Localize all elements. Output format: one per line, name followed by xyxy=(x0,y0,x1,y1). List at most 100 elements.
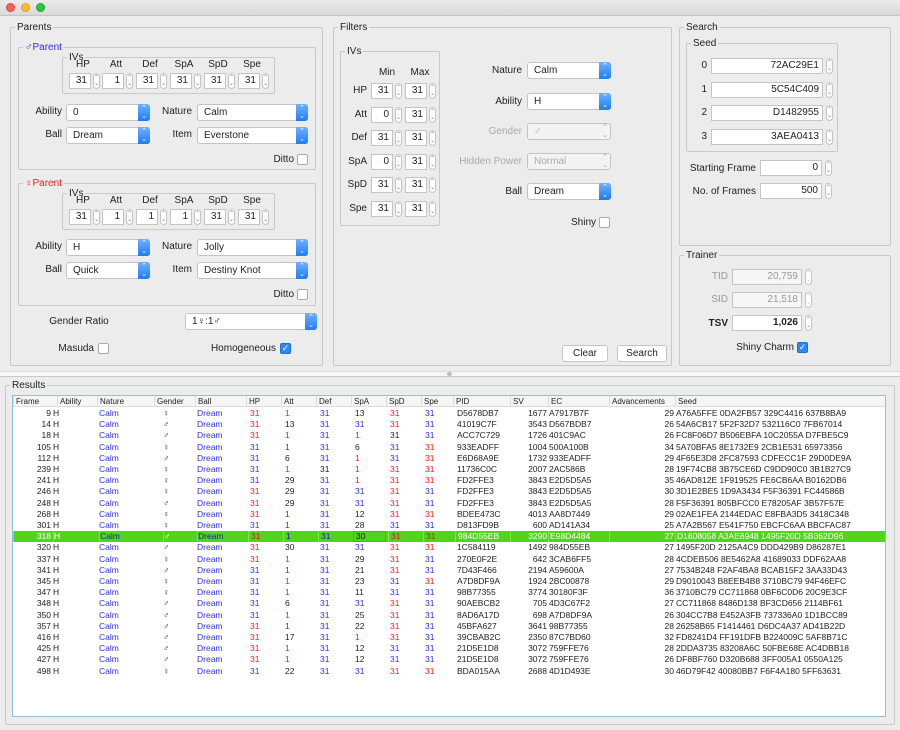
filter-att-min-stepper[interactable]: ⌃ ⌄ xyxy=(395,106,402,123)
column-header-spd[interactable]: SpD xyxy=(386,396,421,407)
seed-3-input[interactable]: 3AEA0413 xyxy=(711,128,823,145)
seed-0-stepper[interactable]: ⌃ ⌄ xyxy=(826,58,833,74)
male-iv-def-input[interactable]: 31 xyxy=(136,73,158,89)
filter-spa-min-stepper[interactable]: ⌃ ⌄ xyxy=(395,153,402,170)
filter-spa-max-stepper[interactable]: ⌃ ⌄ xyxy=(429,153,436,170)
table-row[interactable]: 268 H Calm ♀ Dream 31 1 31 12 31 31 BDEE473C 4013 AA8… xyxy=(13,509,885,520)
filter-spd-min-input[interactable]: 31 xyxy=(371,177,393,193)
male-nature-select[interactable]: Calm ⌃ ⌄ xyxy=(197,104,308,121)
filter-spd-max-input[interactable]: 31 xyxy=(405,177,427,193)
sid-input[interactable]: 21,518 xyxy=(732,292,802,308)
table-row[interactable]: 348 H Calm ♂ Dream 31 6 31 31 31 31 90AEBCB2 705 4D3C… xyxy=(13,598,885,609)
table-row[interactable]: 347 H Calm ♀ Dream 31 1 31 11 31 31 98B77355 3774 301… xyxy=(13,587,885,598)
seed-2-input[interactable]: D1482955 xyxy=(711,105,823,121)
table-row[interactable]: 416 H Calm ♂ Dream 31 17 31 1 31 31 39CBAB2C 2350 87C… xyxy=(13,632,885,643)
num-frames-stepper[interactable]: ⌃ ⌄ xyxy=(825,183,832,199)
filter-spe-min-stepper[interactable]: ⌃ ⌄ xyxy=(395,200,402,217)
close-window-button[interactable] xyxy=(6,3,15,12)
filter-spa-max-input[interactable]: 31 xyxy=(405,153,427,170)
clear-button[interactable]: Clear xyxy=(562,345,608,362)
male-iv-spe-stepper[interactable]: ⌃ ⌄ xyxy=(262,73,269,89)
female-iv-spd-input[interactable]: 31 xyxy=(204,209,226,225)
filter-hp-min-input[interactable]: 31 xyxy=(371,83,393,99)
filter-ability-select[interactable]: H ⌃ ⌄ xyxy=(527,93,611,110)
table-row[interactable]: 350 H Calm ♂ Dream 31 1 31 25 31 31 8AD6A17D 698 A7D8… xyxy=(13,610,885,621)
table-row[interactable]: 241 H Calm ♀ Dream 31 29 31 1 31 31 FD2FFE3 3843 E2D5… xyxy=(13,475,885,486)
split-pane-divider[interactable] xyxy=(0,371,900,377)
table-row[interactable]: 14 H Calm ♂ Dream 31 13 31 31 31 31 41019C7F 3543 D56… xyxy=(13,419,885,430)
column-header-att[interactable]: Att xyxy=(281,396,316,407)
female-ball-select[interactable]: Quick ⌃ ⌄ xyxy=(66,262,150,279)
female-iv-att-stepper[interactable]: ⌃ ⌄ xyxy=(126,209,133,225)
table-row[interactable]: 341 H Calm ♂ Dream 31 1 31 21 31 31 7D43F466 2194 A59… xyxy=(13,565,885,576)
table-row[interactable]: 357 H Calm ♂ Dream 31 1 31 22 31 31 45BFA627 3641 98B… xyxy=(13,621,885,632)
seed-2-stepper[interactable]: ⌃ ⌄ xyxy=(826,105,833,121)
homogeneous-checkbox[interactable]: ✓ xyxy=(280,343,291,354)
filter-spe-max-input[interactable]: 31 xyxy=(405,200,427,217)
table-row[interactable]: 427 H Calm ♂ Dream 31 1 31 12 31 31 21D5E1D8 3072 759… xyxy=(13,654,885,665)
seed-1-input[interactable]: 5C54C409 xyxy=(711,81,823,98)
table-row[interactable]: 345 H Calm ♀ Dream 31 1 31 23 31 31 A7D8DF9A 1924 2BC… xyxy=(13,576,885,587)
tid-stepper[interactable]: ⌃ ⌄ xyxy=(805,269,812,285)
filter-ball-select[interactable]: Dream ⌃ ⌄ xyxy=(527,183,611,200)
starting-frame-input[interactable]: 0 xyxy=(760,160,822,176)
maximize-window-button[interactable] xyxy=(36,3,45,12)
table-row[interactable]: 337 H Calm ♀ Dream 31 1 31 29 31 31 270E0F2E 642 3CAB… xyxy=(13,554,885,565)
filter-spe-min-input[interactable]: 31 xyxy=(371,200,393,217)
table-row[interactable]: 301 H Calm ♀ Dream 31 1 31 28 31 31 D813FD9B 600 AD14… xyxy=(13,520,885,531)
column-header-seed[interactable]: Seed xyxy=(675,396,885,407)
seed-0-input[interactable]: 72AC29E1 xyxy=(711,58,823,74)
male-iv-spd-stepper[interactable]: ⌃ ⌄ xyxy=(228,73,235,89)
num-frames-input[interactable]: 500 xyxy=(760,183,822,199)
male-iv-spe-input[interactable]: 31 xyxy=(238,73,260,89)
column-header-spe[interactable]: Spe xyxy=(421,396,453,407)
female-iv-hp-stepper[interactable]: ⌃ ⌄ xyxy=(93,209,100,225)
column-header-pid[interactable]: PID xyxy=(453,396,510,407)
minimize-window-button[interactable] xyxy=(21,3,30,12)
tsv-stepper[interactable]: ⌃ ⌄ xyxy=(805,315,812,331)
female-iv-spa-input[interactable]: 1 xyxy=(170,209,192,225)
table-row-selected[interactable]: 318 H Calm ♂ Dream 31 1 31 30 31 31 984D55EB 3290 E98… xyxy=(13,531,885,543)
filter-gender-select[interactable]: ♂ ⌃ ⌄ xyxy=(527,123,611,140)
male-iv-att-input[interactable]: 1 xyxy=(102,73,124,89)
masuda-checkbox[interactable] xyxy=(98,343,109,354)
female-iv-def-input[interactable]: 1 xyxy=(136,209,158,225)
column-header-hp[interactable]: HP xyxy=(246,396,281,407)
starting-frame-stepper[interactable]: ⌃ ⌄ xyxy=(825,160,832,176)
column-header-spa[interactable]: SpA xyxy=(351,396,386,407)
filter-hp-max-stepper[interactable]: ⌃ ⌄ xyxy=(429,83,436,99)
filter-shiny-checkbox[interactable] xyxy=(599,217,610,228)
filter-def-min-input[interactable]: 31 xyxy=(371,130,393,146)
tid-input[interactable]: 20,759 xyxy=(732,269,802,285)
tsv-input[interactable]: 1,026 xyxy=(732,315,802,331)
filter-att-max-stepper[interactable]: ⌃ ⌄ xyxy=(429,106,436,123)
female-ditto-checkbox[interactable] xyxy=(297,289,308,300)
female-iv-spd-stepper[interactable]: ⌃ ⌄ xyxy=(228,209,235,225)
female-iv-spa-stepper[interactable]: ⌃ ⌄ xyxy=(194,209,201,225)
filter-def-max-input[interactable]: 31 xyxy=(405,130,427,146)
filter-hidden-power-select[interactable]: Normal ⌃ ⌄ xyxy=(527,153,611,170)
female-iv-spe-input[interactable]: 31 xyxy=(238,209,260,225)
male-ball-select[interactable]: Dream ⌃ ⌄ xyxy=(66,127,150,144)
male-iv-hp-input[interactable]: 31 xyxy=(69,73,91,89)
column-header-ability[interactable]: Ability xyxy=(57,396,97,407)
male-iv-spa-input[interactable]: 31 xyxy=(170,73,192,89)
male-ditto-checkbox[interactable] xyxy=(297,154,308,165)
female-ability-select[interactable]: H ⌃ ⌄ xyxy=(66,239,150,256)
column-header-sv[interactable]: SV xyxy=(510,396,548,407)
female-iv-att-input[interactable]: 1 xyxy=(102,209,124,225)
table-row[interactable]: 248 H Calm ♂ Dream 31 29 31 31 31 31 FD2FFE3 3843 E2D… xyxy=(13,498,885,509)
filter-nature-select[interactable]: Calm ⌃ ⌄ xyxy=(527,62,611,79)
table-row[interactable]: 246 H Calm ♀ Dream 31 29 31 31 31 31 FD2FFE3 3843 E2D… xyxy=(13,486,885,497)
table-row[interactable]: 239 H Calm ♀ Dream 31 1 31 1 31 31 11736C0C 2007 2AC5… xyxy=(13,464,885,475)
table-row[interactable]: 320 H Calm ♂ Dream 31 30 31 31 31 31 1C584119 1492 98… xyxy=(13,542,885,553)
male-ability-select[interactable]: 0 ⌃ ⌄ xyxy=(66,104,150,121)
table-row[interactable]: 105 H Calm ♀ Dream 31 1 31 6 31 31 933EADFF 1004 500A… xyxy=(13,442,885,453)
filter-spd-max-stepper[interactable]: ⌃ ⌄ xyxy=(429,177,436,193)
seed-1-stepper[interactable]: ⌃ ⌄ xyxy=(826,81,833,98)
table-row[interactable]: 9 H Calm ♀ Dream 31 1 31 13 31 31 D5678DB7 1677 A7917… xyxy=(13,408,885,419)
filter-hp-max-input[interactable]: 31 xyxy=(405,83,427,99)
female-iv-def-stepper[interactable]: ⌃ ⌄ xyxy=(160,209,167,225)
male-iv-def-stepper[interactable]: ⌃ ⌄ xyxy=(160,73,167,89)
female-item-select[interactable]: Destiny Knot ⌃ ⌄ xyxy=(197,262,308,279)
